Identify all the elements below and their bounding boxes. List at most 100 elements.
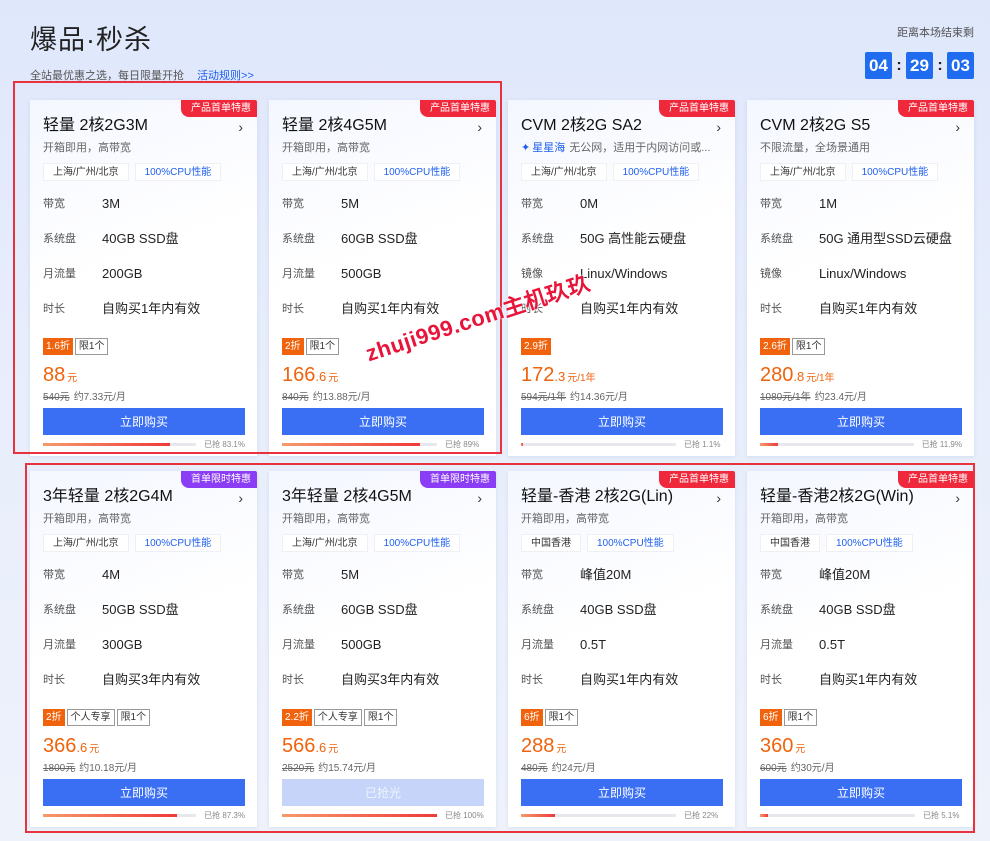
card-purchase: 2.2折 个人专享 限1个 566.6 元 2520元 约15.74元/月 已抢光 已抢…	[269, 701, 496, 827]
product-card-5[interactable]: 首单限时特惠 3年轻量 2核2G4M › ✦开箱即用，高带宽 上海/广州/北京 …	[30, 471, 257, 827]
chevron-right-icon[interactable]: ›	[716, 490, 721, 506]
progress-track	[521, 442, 676, 446]
price-integer: 88	[43, 364, 66, 386]
spec-list: 带宽 5M 系统盘 60GB SSD盘 月流量 500GB 时长 自购买3年内有效	[282, 568, 484, 708]
spec-label: 月流量	[521, 639, 554, 651]
chevron-right-icon[interactable]: ›	[238, 119, 243, 135]
chevron-right-icon[interactable]: ›	[955, 490, 960, 506]
spec-value: 5M	[341, 196, 360, 211]
product-name[interactable]: 3年轻量 2核4G5M	[282, 488, 484, 506]
per-month-price: 约13.88元/月	[312, 392, 371, 403]
original-price-row: 540元 约7.33元/月	[43, 388, 245, 403]
price: 288 元	[521, 735, 723, 757]
spec-label: 带宽	[282, 198, 304, 210]
countdown-hours: 04	[865, 52, 892, 79]
price-decimal: .3	[554, 369, 566, 384]
per-month-price: 约24元/月	[551, 763, 596, 774]
limit-label: 个人专享	[313, 709, 362, 726]
spec-value: 0.5T	[580, 637, 607, 652]
price-unit: 元	[795, 744, 806, 755]
price-integer: 166	[282, 364, 316, 386]
spec-value: 60GB SSD盘	[341, 231, 418, 246]
region-tag: 中国香港	[760, 534, 820, 552]
buy-button[interactable]: 立即购买	[282, 408, 484, 435]
promo-labels: 1.6折 限1个	[43, 338, 245, 355]
sold-progress: 已抢 100%	[282, 810, 484, 820]
spec-label: 带宽	[521, 569, 543, 581]
product-name[interactable]: CVM 2核2G S5	[760, 117, 962, 135]
spec-value: 自购买3年内有效	[102, 672, 201, 687]
spec-value: 自购买3年内有效	[341, 672, 440, 687]
spec-row: 带宽 3M	[43, 197, 245, 232]
discount-badge: 2折	[43, 709, 65, 726]
chevron-right-icon[interactable]: ›	[238, 490, 243, 506]
countdown-digits: 04 : 29 : 03	[865, 52, 974, 79]
buy-button[interactable]: 立即购买	[43, 408, 245, 435]
spec-value: 4M	[102, 567, 121, 582]
original-price-row: 1080元/1年 约23.4元/月	[760, 388, 962, 403]
spec-row: 月流量 0.5T	[521, 638, 723, 673]
spec-label: 月流量	[43, 639, 76, 651]
spec-value: 自购买1年内有效	[341, 301, 440, 316]
price-decimal: .6	[76, 740, 88, 755]
product-name[interactable]: 3年轻量 2核2G4M	[43, 488, 245, 506]
product-desc: ✦ 星星海 无公网，适用于内网访问或...	[521, 139, 723, 155]
cpu-tag: 100%CPU性能	[826, 534, 913, 552]
spec-label: 月流量	[282, 268, 315, 280]
product-card-4[interactable]: 产品首单特惠 CVM 2核2G S5 › ✦不限流量，全场景通用 上海/广州/北…	[747, 100, 974, 456]
product-name[interactable]: 轻量-香港2核2G(Win)	[760, 488, 962, 506]
spec-value: Linux/Windows	[819, 266, 907, 281]
spec-value: 50G 通用型SSD云硬盘	[819, 231, 952, 246]
chevron-right-icon[interactable]: ›	[477, 490, 482, 506]
product-name[interactable]: 轻量 2核2G3M	[43, 117, 245, 135]
buy-button[interactable]: 立即购买	[43, 779, 245, 806]
buy-button[interactable]: 立即购买	[521, 408, 723, 435]
spec-label: 带宽	[760, 198, 782, 210]
progress-fill	[43, 813, 177, 817]
product-card-8[interactable]: 产品首单特惠 轻量-香港2核2G(Win) › ✦开箱即用，高带宽 中国香港 1…	[747, 471, 974, 827]
product-card-2[interactable]: 产品首单特惠 轻量 2核4G5M › ✦开箱即用，高带宽 上海/广州/北京 10…	[269, 100, 496, 456]
card-header: 产品首单特惠 CVM 2核2G S5 › ✦不限流量，全场景通用 上海/广州/北…	[747, 100, 974, 330]
chevron-right-icon[interactable]: ›	[955, 119, 960, 135]
rules-link[interactable]: 活动规则>>	[197, 70, 254, 82]
card-purchase: 2折 个人专享 限1个 366.6 元 1800元 约10.18元/月 立即购买 已抢 …	[30, 701, 257, 827]
spec-label: 系统盘	[282, 233, 315, 245]
product-name[interactable]: 轻量 2核4G5M	[282, 117, 484, 135]
cpu-tag: 100%CPU性能	[373, 534, 461, 552]
tag-list: 上海/广州/北京 100%CPU性能	[282, 163, 484, 181]
card-purchase: 6折 限1个 288 元 480元 约24元/月 立即购买 已抢 22%	[508, 701, 735, 827]
product-name[interactable]: 轻量-香港 2核2G(Lin)	[521, 488, 723, 506]
product-card-7[interactable]: 产品首单特惠 轻量-香港 2核2G(Lin) › ✦开箱即用，高带宽 中国香港 …	[508, 471, 735, 827]
card-header: 首单限时特惠 3年轻量 2核4G5M › ✦开箱即用，高带宽 上海/广州/北京 …	[269, 471, 496, 701]
cpu-tag: 100%CPU性能	[134, 163, 222, 181]
progress-fill	[760, 442, 779, 446]
promo-labels: 2折 个人专享 限1个	[43, 709, 245, 726]
spec-value: 自购买1年内有效	[819, 672, 918, 687]
spec-list: 带宽 峰值20M 系统盘 40GB SSD盘 月流量 0.5T 时长 自购买1年内有效	[521, 568, 723, 708]
desc-text: 不限流量，全场景通用	[760, 142, 870, 154]
progress-track	[521, 813, 676, 817]
sold-progress: 已抢 5.1%	[760, 810, 962, 820]
spec-row: 带宽 0M	[521, 197, 723, 232]
price-unit: 元/1年	[806, 373, 835, 384]
desc-text: 开箱即用，高带宽	[43, 513, 131, 525]
buy-button[interactable]: 立即购买	[760, 408, 962, 435]
product-desc: ✦开箱即用，高带宽	[760, 510, 962, 526]
spec-label: 系统盘	[43, 604, 76, 616]
buy-button[interactable]: 立即购买	[760, 779, 962, 806]
original-price: 540元	[43, 392, 70, 403]
product-card-1[interactable]: 产品首单特惠 轻量 2核2G3M › ✦开箱即用，高带宽 上海/广州/北京 10…	[30, 100, 257, 456]
product-name[interactable]: CVM 2核2G SA2	[521, 117, 723, 135]
price-unit: 元	[328, 744, 339, 755]
chevron-right-icon[interactable]: ›	[477, 119, 482, 135]
countdown-label: 距离本场结束剩	[897, 27, 974, 39]
sold-percent: 已抢 5.1%	[923, 810, 960, 820]
chevron-right-icon[interactable]: ›	[716, 119, 721, 135]
spec-value: 40GB SSD盘	[819, 602, 896, 617]
limit-label: 限1个	[74, 338, 109, 355]
sold-out-button[interactable]: 已抢光	[282, 779, 484, 806]
product-card-6[interactable]: 首单限时特惠 3年轻量 2核4G5M › ✦开箱即用，高带宽 上海/广州/北京 …	[269, 471, 496, 827]
spec-value: 5M	[341, 567, 360, 582]
limit-label: 限1个	[305, 338, 340, 355]
buy-button[interactable]: 立即购买	[521, 779, 723, 806]
